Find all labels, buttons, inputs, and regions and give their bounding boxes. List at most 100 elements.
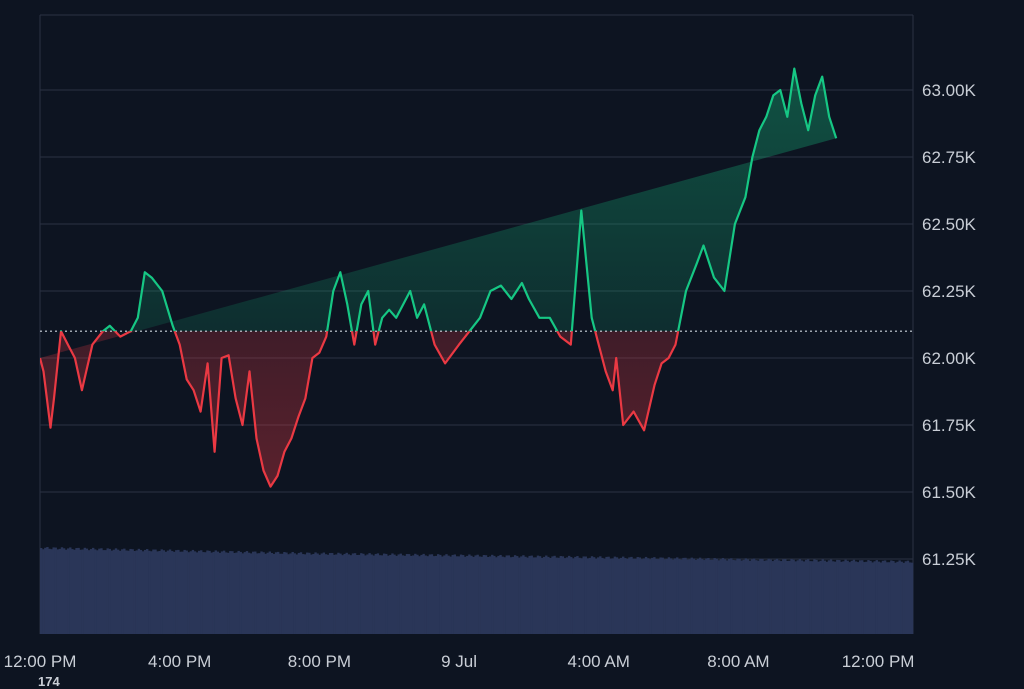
volume-bar [243, 552, 247, 634]
volume-bar [241, 553, 244, 634]
volume-bar [123, 548, 126, 634]
volume-bar [594, 558, 598, 634]
volume-bar [634, 558, 637, 634]
volume-bar [445, 554, 448, 634]
volume-bar [380, 555, 384, 634]
volume-bar [603, 558, 606, 634]
volume-bar [324, 554, 328, 634]
volume-bar [536, 555, 540, 634]
volume-bar [385, 553, 388, 634]
volume-bar [815, 559, 818, 634]
volume-bar [474, 555, 477, 634]
volume-bar [755, 560, 758, 634]
volume-bar [100, 548, 103, 634]
volume-bar [420, 554, 423, 634]
volume-bar [382, 553, 386, 634]
volume-bar [224, 552, 228, 634]
volume-bar [83, 547, 87, 634]
volume-bar [881, 560, 885, 634]
volume-bar [449, 556, 452, 634]
volume-bar [790, 559, 793, 634]
volume-bar [160, 549, 163, 634]
volume-bar [461, 555, 465, 634]
volume-bar [175, 550, 178, 634]
volume-bar [557, 557, 560, 634]
volume-bar [447, 555, 450, 634]
volume-bar [867, 560, 870, 634]
volume-bar [682, 557, 685, 634]
volume-bar [663, 559, 666, 634]
volume-bar [468, 554, 471, 634]
volume-bar [451, 554, 454, 634]
volume-bar [836, 559, 839, 634]
volume-bar [515, 556, 519, 634]
volume-bar [40, 548, 43, 634]
volume-bar [823, 560, 826, 634]
volume-bar [686, 559, 689, 634]
volume-bar [904, 561, 908, 634]
volume-bar [416, 554, 419, 634]
volume-bar [692, 558, 696, 634]
volume-bar [112, 549, 116, 634]
volume-bar [570, 557, 573, 634]
volume-bar [491, 554, 494, 634]
volume-bar [210, 552, 213, 634]
volume-bar [671, 559, 675, 634]
volume-bar [98, 548, 101, 634]
volume-bar [276, 551, 280, 634]
volume-bar [301, 554, 305, 634]
volume-bar [676, 557, 679, 634]
volume-bar [846, 560, 849, 634]
volume-bar [547, 556, 550, 634]
volume-bar [409, 555, 413, 634]
volume-bar [114, 548, 118, 634]
volume-bar [245, 551, 249, 634]
volume-bar [71, 549, 74, 634]
volume-bar [763, 560, 766, 634]
volume-bar [642, 558, 646, 634]
volume-bar [220, 551, 224, 634]
volume-bar [389, 554, 392, 634]
volume-bar [393, 554, 396, 634]
volume-bar [661, 557, 664, 634]
volume-bar [582, 556, 585, 634]
volume-bar [370, 554, 373, 634]
volume-bar [279, 553, 282, 634]
volume-bar [636, 557, 639, 634]
volume-bar [152, 549, 155, 634]
volume-bar [156, 551, 159, 634]
volume-bar [200, 550, 203, 634]
volume-bar [777, 560, 781, 634]
volume-bar [397, 554, 400, 634]
volume-bar [572, 558, 575, 634]
volume-bar [358, 554, 361, 634]
volume-bar [197, 550, 201, 634]
volume-bar [655, 558, 658, 634]
volume-bar [229, 551, 232, 634]
volume-bar [106, 548, 109, 634]
volume-bar [191, 549, 195, 634]
volume-bar [669, 558, 673, 634]
volume-bar [765, 560, 768, 634]
volume-bar [879, 562, 883, 634]
volume-bar [898, 560, 901, 634]
volume-bar [81, 549, 84, 634]
volume-bar [628, 557, 631, 634]
volume-bar [775, 558, 779, 634]
volume-bar [890, 560, 893, 634]
volume-bar [177, 549, 180, 634]
volume-bar [842, 561, 845, 634]
volume-bar [150, 551, 153, 634]
volume-bar [713, 558, 716, 634]
volume-bar [195, 552, 199, 634]
volume-bar [235, 552, 238, 634]
volume-bar [773, 559, 777, 634]
volume-bar [258, 553, 261, 634]
volume-bar [360, 553, 363, 634]
volume-bar [89, 549, 93, 634]
volume-bar [757, 560, 760, 634]
volume-bar [910, 562, 914, 634]
volume-bar [181, 551, 184, 634]
volume-bar [85, 548, 89, 634]
volume-bar [254, 551, 257, 634]
